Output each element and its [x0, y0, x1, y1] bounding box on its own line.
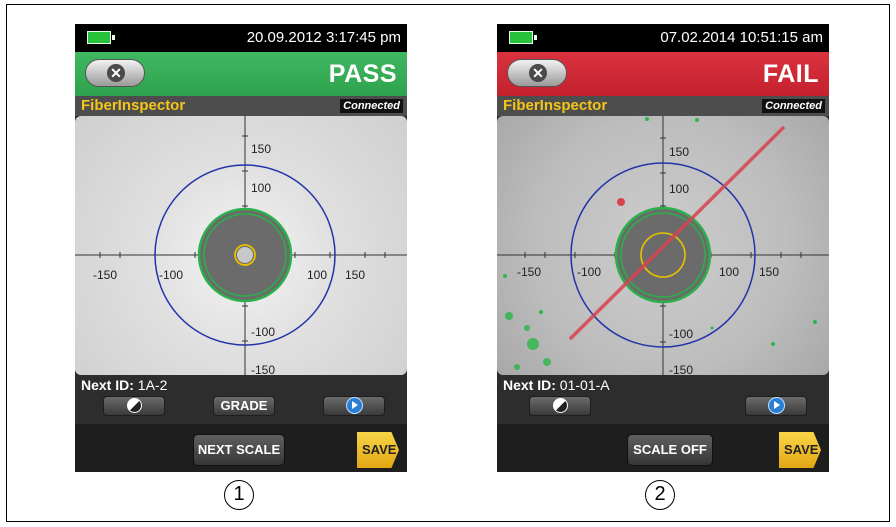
next-id-label: Next ID:	[503, 377, 556, 393]
scratch-defect	[569, 126, 785, 340]
next-id: Next ID: 1A-2	[81, 377, 167, 393]
app-title: FiberInspector	[503, 97, 608, 114]
scale-label-150-top: 150	[251, 142, 271, 156]
contrast-icon	[126, 398, 142, 414]
cladding-region	[614, 206, 712, 304]
close-x-icon: ✕	[107, 64, 125, 82]
callout-1: 1	[224, 480, 254, 510]
next-id-value: 1A-2	[137, 377, 168, 393]
scale-label-neg100: -100	[577, 265, 601, 279]
save-button[interactable]: SAVE	[779, 432, 821, 468]
save-button[interactable]: SAVE	[357, 432, 399, 468]
scale-label-100-up: 100	[669, 182, 689, 196]
bottom-toolbar: NEXT SCALE SAVE	[75, 424, 407, 472]
back-button[interactable]: ✕	[507, 59, 567, 87]
timestamp: 20.09.2012 3:17:45 pm	[246, 29, 401, 46]
core-glow	[237, 247, 253, 263]
scale-label-100-right: 100	[719, 265, 739, 279]
scale-label-neg100: -100	[159, 268, 183, 282]
next-image-button[interactable]	[323, 396, 385, 416]
app-title: FiberInspector	[81, 97, 186, 114]
next-image-button[interactable]	[745, 396, 807, 416]
next-id-value: 01-01-A	[559, 377, 610, 393]
tester-screen-pass: 20.09.2012 3:17:45 pm ✕ PASS FiberInspec…	[75, 24, 407, 472]
result-status: FAIL	[762, 60, 819, 88]
scale-label-100-up: 100	[251, 181, 271, 195]
scale-label-150-right: 150	[345, 268, 365, 282]
result-bar: ✕ PASS	[75, 52, 407, 96]
fiber-end-face-image[interactable]: 150 100 -150 -100 100 150 -100 -150	[75, 116, 407, 375]
bottom-toolbar: SCALE OFF SAVE	[497, 424, 829, 472]
callout-2: 2	[645, 480, 675, 510]
scale-label-neg150-bottom: -150	[251, 363, 275, 375]
timestamp: 07.02.2014 10:51:15 am	[660, 29, 823, 46]
result-bar: ✕ FAIL	[497, 52, 829, 96]
scale-overlay: 150 100 -150 -100 100 150 -100 -150	[497, 116, 829, 375]
scale-label-150-top: 150	[669, 145, 689, 159]
play-icon	[345, 397, 363, 415]
grade-button[interactable]: GRADE	[213, 396, 275, 416]
status-bar: 20.09.2012 3:17:45 pm	[75, 24, 407, 52]
particle-defect	[617, 198, 625, 206]
scale-label-neg150: -150	[93, 268, 117, 282]
contrast-button[interactable]	[103, 396, 165, 416]
scale-label-neg150-bottom: -150	[669, 363, 693, 375]
connection-badge: Connected	[762, 99, 825, 113]
battery-icon	[87, 31, 115, 44]
close-x-icon: ✕	[529, 64, 547, 82]
scale-label-neg150: -150	[517, 265, 541, 279]
fiber-end-face-image[interactable]: 150 100 -150 -100 100 150 -100 -150	[497, 116, 829, 375]
status-bar: 07.02.2014 10:51:15 am	[497, 24, 829, 52]
scale-label-150-right: 150	[759, 265, 779, 279]
figure-frame: 20.09.2012 3:17:45 pm ✕ PASS FiberInspec…	[6, 4, 890, 522]
result-status: PASS	[328, 60, 397, 88]
next-id-label: Next ID:	[81, 377, 134, 393]
scale-label-neg100-down: -100	[251, 325, 275, 339]
scale-label-neg100-down: -100	[669, 327, 693, 341]
next-id: Next ID: 01-01-A	[503, 377, 610, 393]
app-header: FiberInspector Connected	[75, 96, 407, 116]
next-scale-button[interactable]: NEXT SCALE	[193, 434, 285, 466]
scale-label-100-right: 100	[307, 268, 327, 282]
scale-off-button[interactable]: SCALE OFF	[627, 434, 713, 466]
contrast-button[interactable]	[529, 396, 591, 416]
scale-overlay: 150 100 -150 -100 100 150 -100 -150	[75, 116, 407, 375]
contrast-icon	[552, 398, 568, 414]
play-icon	[767, 397, 785, 415]
back-button[interactable]: ✕	[85, 59, 145, 87]
battery-icon	[509, 31, 537, 44]
connection-badge: Connected	[340, 99, 403, 113]
tester-screen-fail: 07.02.2014 10:51:15 am ✕ FAIL FiberInspe…	[497, 24, 829, 472]
app-header: FiberInspector Connected	[497, 96, 829, 116]
